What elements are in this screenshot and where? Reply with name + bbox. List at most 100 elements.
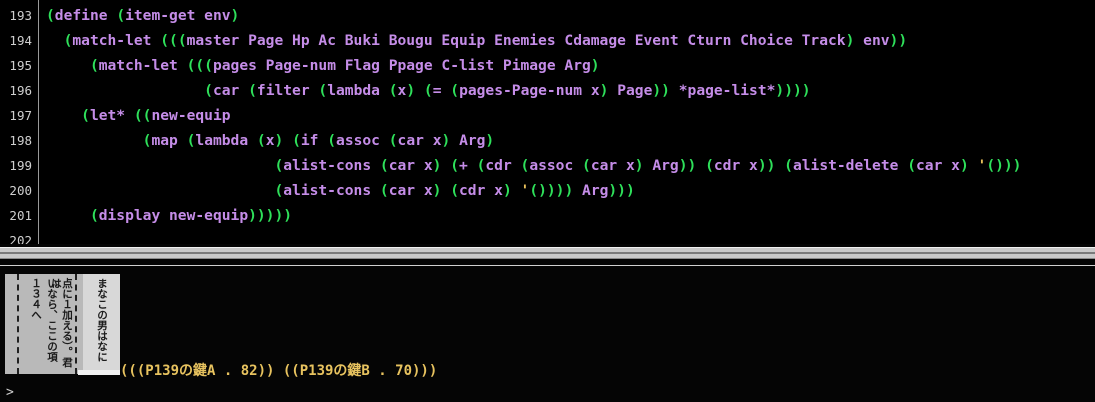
paren-token: ( [379,182,389,199]
code-editor[interactable]: 193 194 195 196 197 198 199 200 201 202 (define (… [0,0,1095,244]
code-token: assoc [336,132,389,149]
line-number: 201 [9,208,32,223]
code-token: env [854,32,890,49]
code-token: alist-delete [792,157,908,174]
code-token: master Page Hp Ac Buki Bougu Equip Enemi… [186,32,846,49]
code-token: car [212,82,249,99]
line-number: 198 [9,133,32,148]
paren-token: ) [634,157,653,174]
code-token: map [151,132,187,149]
code-token: car x [397,132,442,149]
code-line[interactable]: (alist-cons (car x) (cdr x) '()))) Arg))… [46,178,635,203]
paren-token: ( [379,157,389,174]
paren-token: ( [274,157,284,174]
paren-token: ( [388,132,398,149]
code-line[interactable]: (match-let (((pages Page-num Flag Ppage … [46,53,600,78]
code-token: match-let [98,57,187,74]
paren-token: ( [116,7,126,24]
scan-dashed-line-right [75,274,77,374]
line-number: 197 [9,108,32,123]
paren-token: )) [678,157,697,174]
paren-token: ((( [160,32,187,49]
paren-token: ( [907,157,916,174]
code-line[interactable]: (car (filter (lambda (x) (= (pages-Page-… [46,78,810,103]
line-number: 193 [9,8,32,23]
code-token: if [300,132,328,149]
paren-token: ))) [608,182,635,199]
code-token: Page [617,82,653,99]
code-token: lambda [327,82,389,99]
repl-top-border [0,265,1095,266]
paren-token: ) [441,132,460,149]
code-line[interactable]: (map (lambda (x) (if (assoc (car x) Arg) [46,128,495,153]
code-token: Arg [582,182,609,199]
paren-token: ()))) [529,182,583,199]
code-token: alist-cons [283,182,380,199]
line-number: 200 [9,183,32,198]
paren-token: ( [450,82,460,99]
scan-text-column-2: いなら、ここの項 [46,278,58,362]
paren-token: )) [889,32,908,49]
scan-right-panel: まなこの男はなに [83,274,120,374]
scan-dashed-line-left [17,274,19,374]
code-token: lambda [195,132,257,149]
code-token: cdr x [713,157,758,174]
paren-token: ))))) [248,207,293,224]
line-number: 199 [9,158,32,173]
code-token: car x [388,182,433,199]
code-token: new-equip [151,107,231,124]
code-token: Arg [652,157,679,174]
paren-token: ) ( [274,132,301,149]
code-token: filter [256,82,319,99]
scan-text-column-1: １３４へ [30,278,42,320]
code-line[interactable]: (alist-cons (car x) (+ (cdr (assoc (car … [46,153,1021,178]
paren-token: ) ( [406,82,433,99]
code-token: display new-equip [98,207,249,224]
paren-token: ) [590,57,600,74]
repl-prompt[interactable]: > [6,384,14,402]
paren-token: ( [256,132,266,149]
code-token: x [397,82,407,99]
code-token: cdr [485,157,521,174]
code-line[interactable]: (define (item-get env) [46,3,239,28]
repl-result-text: (((P139の鍵A . 82)) ((P139の鍵B . 70))) [120,363,438,379]
paren-token: ())) [986,157,1022,174]
paren-token: ((( [186,57,213,74]
code-token: match-let [72,32,161,49]
paren-token: ( [89,207,99,224]
code-token: Arg [459,132,486,149]
code-token: cdr x [459,182,503,199]
code-token: define [54,7,117,24]
code-token: + [459,157,477,174]
code-token: car x [916,157,960,174]
line-number: 195 [9,58,32,73]
paren-token: ( [696,157,714,174]
paren-token: ( [204,82,213,99]
code-token: *page-list* [669,82,776,99]
paren-token: ( [318,82,328,99]
scanned-page-image: １３４へ いなら、ここの項 点に１加える）。君は まなこの男はなに [5,274,120,374]
paren-token: ( [775,157,793,174]
code-line[interactable]: (match-let (((master Page Hp Ac Buki Bou… [46,28,908,53]
code-line[interactable]: (let* ((new-equip [46,103,231,128]
code-token: x [265,132,275,149]
code-line[interactable]: (display new-equip))))) [46,203,292,228]
paren-token: ( [327,132,337,149]
paren-token: (( [133,107,152,124]
code-token: = [432,82,451,99]
code-token: item-get env [125,7,231,24]
paren-token: ) ( [432,182,459,199]
gutter-border [38,0,39,244]
paren-token: ) [485,132,495,149]
paren-token: )) [757,157,776,174]
paren-token: ( [81,107,90,124]
scan-text-column-3: 点に１加える）。君は [50,278,73,368]
pane-splitter-groove [0,252,1095,254]
paren-token: ) ( [432,157,459,174]
